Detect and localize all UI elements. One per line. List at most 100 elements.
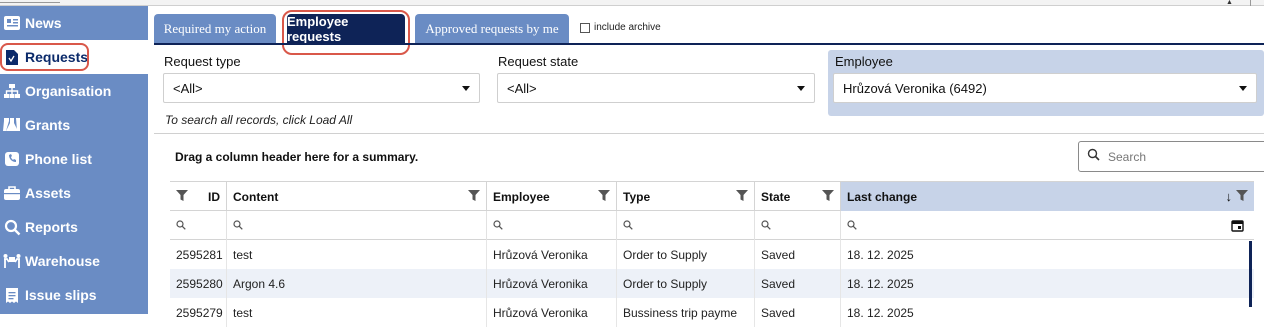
sidebar-item-label: Assets: [25, 185, 71, 201]
column-header-last-change[interactable]: Last change ↓: [841, 182, 1254, 211]
cell-last-change: 18. 12. 2025: [847, 247, 914, 262]
cell-state: Saved: [755, 298, 841, 327]
sidebar-item-reports[interactable]: Reports: [0, 210, 148, 244]
requests-highlight-outline: [0, 43, 89, 71]
sidebar-item-requests[interactable]: Requests: [0, 40, 148, 74]
window-top-strip: ▲: [0, 0, 1264, 6]
cell-state: Saved: [755, 269, 841, 298]
cell-employee: Hrůzová Veronika: [487, 240, 617, 269]
filter-cell-type[interactable]: [617, 211, 755, 240]
request-type-label: Request type: [164, 54, 241, 69]
filter-funnel-icon[interactable]: [176, 190, 188, 205]
filter-funnel-icon[interactable]: [598, 190, 610, 205]
sidebar-item-label: Reports: [25, 219, 78, 235]
grid-search-input[interactable]: Search: [1078, 141, 1264, 172]
column-label: ID: [208, 189, 220, 204]
tab-required-my-action[interactable]: Required my action: [154, 14, 276, 44]
divider: [154, 133, 1264, 134]
filter-funnel-icon[interactable]: [468, 190, 480, 205]
sort-descending-icon[interactable]: ↓: [1226, 189, 1233, 204]
table-row[interactable]: 2595280 Argon 4.6 Hrůzová Veronika Order to…: [170, 269, 1254, 298]
request-state-label: Request state: [498, 54, 579, 69]
column-header-employee[interactable]: Employee: [487, 182, 617, 211]
tab-underline: [154, 43, 1264, 45]
column-header-content[interactable]: Content: [227, 182, 487, 211]
people-carry-icon: [2, 252, 22, 270]
filter-funnel-icon[interactable]: [822, 190, 834, 205]
column-label: Employee: [493, 189, 550, 204]
chevron-down-icon: [1239, 86, 1247, 91]
receipt-icon: [2, 286, 22, 304]
cell-type: Order to Supply: [617, 269, 755, 298]
search-icon: [761, 217, 771, 235]
search-placeholder: Search: [1108, 149, 1147, 164]
table-row[interactable]: 2595281 test Hrůzová Veronika Order to Supp…: [170, 240, 1254, 269]
include-archive-checkbox[interactable]: [580, 22, 590, 33]
filter-cell-state[interactable]: [755, 211, 841, 240]
employee-select[interactable]: Hrůzová Veronika (6492): [833, 73, 1257, 103]
chevron-down-icon: [797, 86, 805, 91]
include-archive-toggle[interactable]: include archive: [580, 22, 661, 33]
sidebar: News Requests Organisation Grants Phone …: [0, 6, 148, 314]
sidebar-item-issue-slips[interactable]: Issue slips: [0, 278, 148, 312]
cell-id: 2595281: [170, 240, 227, 269]
column-label: Content: [233, 189, 279, 204]
cell-type: Order to Supply: [617, 240, 755, 269]
column-header-type[interactable]: Type: [617, 182, 755, 211]
sidebar-item-phone-list[interactable]: Phone list: [0, 142, 148, 176]
employee-value: Hrůzová Veronika (6492): [843, 80, 987, 96]
cell-employee: Hrůzová Veronika: [487, 298, 617, 327]
tab-highlight-outline: [282, 10, 410, 55]
sidebar-item-label: News: [25, 15, 62, 31]
filter-funnel-icon[interactable]: [1236, 190, 1248, 205]
filter-cell-content[interactable]: [227, 211, 487, 240]
column-header-state[interactable]: State: [755, 182, 841, 211]
search-icon: [493, 217, 503, 235]
sidebar-item-label: Issue slips: [25, 287, 97, 303]
active-item-arrow: [138, 49, 148, 65]
include-archive-label: include archive: [594, 22, 661, 33]
filter-cell-last-change[interactable]: [841, 211, 1254, 240]
cell-id: 2595279: [170, 298, 227, 327]
cell-state: Saved: [755, 240, 841, 269]
column-label: Last change: [847, 189, 918, 204]
filter-cell-id[interactable]: [170, 211, 227, 240]
column-label: Type: [623, 189, 651, 204]
search-icon: [233, 217, 243, 235]
request-state-value: <All>: [507, 80, 537, 96]
column-label: State: [761, 189, 791, 204]
tab-approved-requests-by-me[interactable]: Approved requests by me: [415, 14, 569, 44]
sidebar-item-assets[interactable]: Assets: [0, 176, 148, 210]
sidebar-item-grants[interactable]: Grants: [0, 108, 148, 142]
sidebar-item-news[interactable]: News: [0, 6, 148, 40]
table-row[interactable]: 2595279 test Hrůzová Veronika Bussiness tri…: [170, 298, 1254, 327]
cell-employee: Hrůzová Veronika: [487, 269, 617, 298]
request-state-select[interactable]: <All>: [497, 73, 815, 103]
filter-funnel-icon[interactable]: [736, 190, 748, 205]
employee-label: Employee: [835, 54, 893, 69]
search-icon: [2, 218, 22, 236]
chevron-down-icon: [462, 86, 470, 91]
cell-last-change: 18. 12. 2025: [847, 276, 914, 291]
search-icon: [176, 217, 186, 235]
selection-indicator: [1249, 241, 1252, 307]
calendar-icon[interactable]: [1231, 219, 1244, 237]
request-type-select[interactable]: <All>: [163, 73, 480, 103]
search-icon: [1087, 148, 1100, 166]
sidebar-item-organisation[interactable]: Organisation: [0, 74, 148, 108]
column-header-id[interactable]: ID: [170, 182, 227, 211]
filter-cell-employee[interactable]: [487, 211, 617, 240]
briefcase-icon: [2, 184, 22, 202]
sidebar-item-warehouse[interactable]: Warehouse: [0, 244, 148, 278]
search-icon: [623, 217, 633, 235]
cell-type: Bussiness trip payme: [617, 298, 755, 327]
cell-last-change: 18. 12. 2025: [847, 305, 914, 320]
search-icon: [847, 217, 857, 235]
request-type-value: <All>: [173, 80, 203, 96]
sidebar-item-label: Warehouse: [25, 253, 100, 269]
group-panel-hint: Drag a column header here for a summary.: [175, 150, 419, 164]
grid-filter-row: [170, 211, 1254, 240]
window-top-mark: [0, 0, 60, 3]
window-caret-icon: ▲: [1226, 0, 1233, 6]
phone-icon: [2, 150, 22, 168]
